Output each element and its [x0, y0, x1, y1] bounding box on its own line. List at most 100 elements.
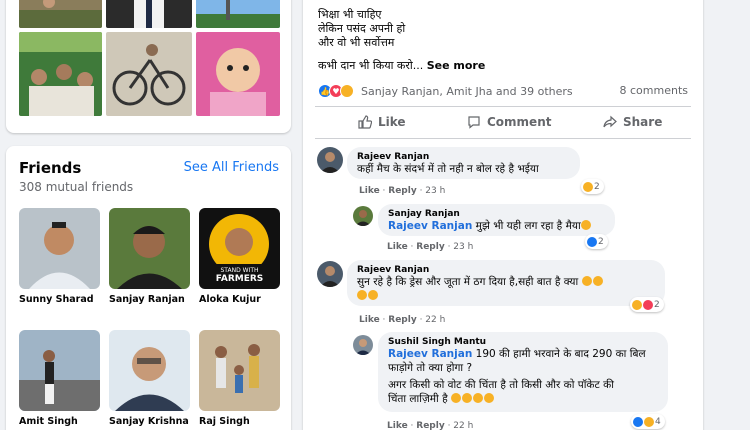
friend-name[interactable]: Sunny Sharad	[19, 294, 100, 305]
emoji-icon	[581, 276, 592, 286]
comment-text: 190 की हामी भरवाने के बाद 290 का बिल	[475, 348, 646, 360]
reaction-count: 2	[654, 299, 660, 310]
friend-tile[interactable]: Sanjay Ranjan	[109, 208, 190, 305]
comment-text: अगर किसी को वोट की चिंता है तो किसी और क…	[388, 379, 614, 391]
photo-1[interactable]	[19, 0, 102, 28]
photo-5[interactable]	[106, 32, 192, 116]
photo-3[interactable]	[196, 0, 280, 28]
friend-name[interactable]: Raj Singh	[199, 416, 280, 427]
see-more-link[interactable]: See more	[427, 59, 486, 72]
emoji-line	[357, 289, 655, 303]
comment-author[interactable]: Sushil Singh Mantu	[388, 337, 658, 347]
divider	[315, 106, 691, 107]
like-emoji-icon	[633, 416, 643, 427]
comment-reaction-badge[interactable]: 2	[581, 179, 604, 194]
comment-bubble: Sushil Singh Mantu Rajeev Ranjan 190 की …	[378, 332, 668, 412]
friends-card: Friends 308 mutual friends See All Frien…	[6, 146, 291, 430]
friend-photo[interactable]	[109, 330, 190, 411]
comment-like-link[interactable]: Like	[387, 242, 408, 252]
haha-emoji-icon	[580, 220, 591, 230]
comments-count[interactable]: 8 comments	[620, 84, 689, 97]
comment-mention[interactable]: Rajeev Ranjan	[388, 220, 472, 232]
comment-meta: Like · Reply · 23 h	[387, 242, 474, 252]
comment-meta: Like · Reply · 23 h	[359, 186, 446, 196]
comment-author[interactable]: Rajeev Ranjan	[357, 265, 655, 275]
photo-6[interactable]	[196, 32, 280, 116]
photo-2[interactable]	[106, 0, 192, 28]
friend-photo[interactable]	[109, 208, 190, 289]
friend-name[interactable]: Amit Singh	[19, 416, 100, 427]
reactions-summary[interactable]: 👍 ♥ Sanjay Ranjan, Amit Jha and 39 other…	[318, 83, 573, 99]
like-button[interactable]: Like	[358, 115, 406, 129]
reaction-count: 2	[594, 181, 600, 192]
emoji-icon	[473, 393, 484, 403]
friend-photo[interactable]	[19, 330, 100, 411]
emoji-icon	[368, 290, 378, 300]
emoji-icon	[451, 393, 462, 403]
comment-text-wrap: चिंता लाज़िमी है	[388, 392, 658, 406]
friend-tile[interactable]: Amit Singh	[19, 330, 100, 427]
photo-4[interactable]	[19, 32, 102, 116]
photos-card	[6, 0, 291, 133]
comment-text-wrap: सुन रहे है कि ड्रेस और जूता में ठग दिया …	[357, 275, 655, 289]
comment-bubble: Rajeev Ranjan कहीं मैच के संदर्भ में तो …	[347, 147, 580, 179]
friend-photo[interactable]	[199, 330, 280, 411]
friend-tile[interactable]: Raj Singh	[199, 330, 280, 427]
emoji-icon	[484, 393, 495, 403]
friend-tile[interactable]: Sanjay Krishna	[109, 330, 190, 427]
emoji-icon	[462, 393, 473, 403]
comment-like-link[interactable]: Like	[387, 421, 408, 430]
haha-reaction-icon	[340, 84, 354, 98]
friend-tile[interactable]: Sunny Sharad	[19, 208, 100, 305]
comment-time[interactable]: 23 h	[425, 186, 445, 196]
comment-like-link[interactable]: Like	[359, 315, 380, 325]
friend-tile[interactable]: STAND WITH FARMERS Aloka Kujur	[199, 208, 280, 305]
comment-meta: Like · Reply · 22 h	[359, 315, 446, 325]
commenter-avatar[interactable]	[317, 147, 343, 173]
comment-author[interactable]: Rajeev Ranjan	[357, 152, 570, 162]
share-button[interactable]: Share	[603, 115, 662, 129]
stand-with-farmers-badge: STAND WITH FARMERS	[199, 266, 280, 284]
post-card: भिक्षा भी चाहिए लेकिन पसंद अपनी हो और वो…	[303, 0, 703, 430]
comment-reaction-badge[interactable]: 2	[630, 297, 664, 312]
friend-photo[interactable]	[19, 208, 100, 289]
comment-reply-link[interactable]: Reply	[388, 186, 416, 196]
friend-name[interactable]: Sanjay Krishna	[109, 416, 190, 427]
comment-text: फाड़ोगे तो क्या होगा ?	[388, 362, 473, 374]
commenter-avatar[interactable]	[353, 206, 373, 226]
friend-name[interactable]: Sanjay Ranjan	[109, 294, 190, 305]
reaction-count: 2	[598, 236, 604, 247]
friend-photo[interactable]: STAND WITH FARMERS	[199, 208, 280, 289]
comment-meta: Like · Reply · 22 h	[387, 421, 474, 430]
comment-time[interactable]: 22 h	[425, 315, 445, 325]
haha-emoji-icon	[632, 299, 642, 310]
commenter-avatar[interactable]	[317, 261, 343, 287]
haha-emoji-icon	[583, 181, 593, 192]
comment-icon	[468, 116, 480, 129]
reaction-count: 4	[655, 416, 661, 427]
comment-button[interactable]: Comment	[467, 115, 551, 129]
comment-reply-link[interactable]: Reply	[416, 421, 444, 430]
post-text-line: कभी दान भी किया करो...	[318, 59, 424, 72]
comment-text-wrap: Rajeev Ranjan 190 की हामी भरवाने के बाद …	[388, 347, 658, 361]
reactors-text[interactable]: Sanjay Ranjan, Amit Jha and 39 others	[361, 85, 573, 98]
comment-time[interactable]: 22 h	[453, 421, 473, 430]
comment-author[interactable]: Sanjay Ranjan	[388, 209, 605, 219]
comment-bubble: Sanjay Ranjan Rajeev Ranjan मुझे भी यही …	[378, 204, 615, 236]
emoji-icon	[357, 290, 367, 300]
comment-reply-link[interactable]: Reply	[416, 242, 444, 252]
commenter-avatar[interactable]	[353, 335, 373, 355]
comment-reply-link[interactable]: Reply	[388, 315, 416, 325]
share-icon	[603, 115, 617, 128]
comment-time[interactable]: 23 h	[453, 242, 473, 252]
post-text-line: भिक्षा भी चाहिए	[318, 8, 382, 21]
thumbs-up-icon	[358, 115, 372, 129]
comment-reaction-badge[interactable]: 2	[585, 234, 608, 249]
friend-name[interactable]: Aloka Kujur	[199, 294, 280, 305]
like-emoji-icon	[587, 236, 597, 247]
see-all-friends-link[interactable]: See All Friends	[184, 160, 279, 175]
comment-like-link[interactable]: Like	[359, 186, 380, 196]
comment-reaction-badge[interactable]: 4	[631, 414, 665, 429]
comment-mention[interactable]: Rajeev Ranjan	[388, 348, 472, 360]
comment-label: Comment	[487, 115, 552, 129]
